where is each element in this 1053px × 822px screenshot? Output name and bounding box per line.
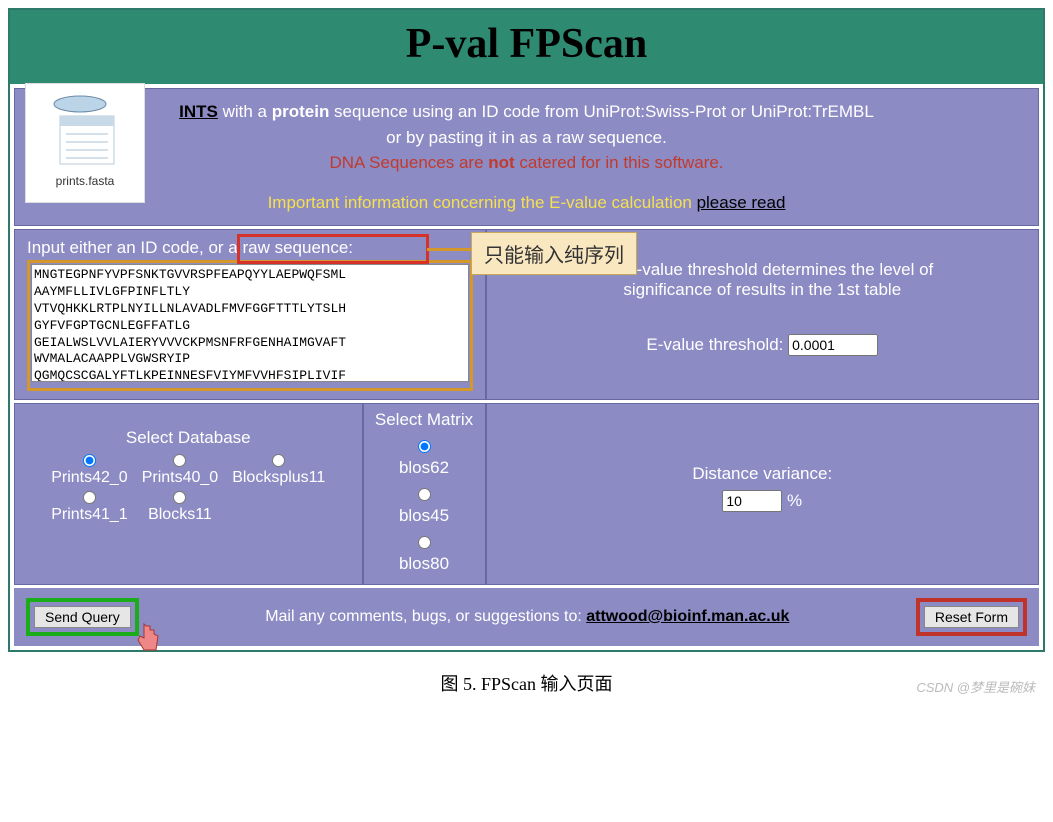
app-frame: P-val FPScan prints.fasta INTS with a pr… xyxy=(8,8,1045,652)
footer-mail: Mail any comments, bugs, or suggestions … xyxy=(139,608,916,626)
header-bar: P-val FPScan xyxy=(10,10,1043,84)
footer-bar: Send Query Mail any comments, bugs, or s… xyxy=(14,585,1039,646)
notepad-filename: prints.fasta xyxy=(30,172,140,190)
matrix-label-0: blos62 xyxy=(370,458,479,478)
intro-line-1: INTS with a protein sequence using an ID… xyxy=(29,99,1024,125)
db-radio-prints40[interactable] xyxy=(173,454,186,467)
evalue-desc-2: significance of results in the 1st table xyxy=(499,280,1027,300)
dna-warning: DNA Sequences are not catered for in thi… xyxy=(29,150,1024,176)
evalue-label: E-value threshold: xyxy=(646,335,783,354)
db-label-0: Prints42_0 xyxy=(51,469,128,487)
matrix-title: Select Matrix xyxy=(370,410,479,430)
distance-unit: % xyxy=(787,491,802,510)
page-title: P-val FPScan xyxy=(10,20,1043,68)
db-label-4: Blocks11 xyxy=(148,506,212,524)
matrix-cell: Select Matrix blos62 blos45 blos80 xyxy=(363,403,486,585)
intro-section: prints.fasta INTS with a protein sequenc… xyxy=(14,88,1039,226)
send-query-button[interactable]: Send Query xyxy=(34,606,131,628)
evalue-input[interactable] xyxy=(788,334,878,356)
matrix-label-2: blos80 xyxy=(370,554,479,574)
send-highlight-frame: Send Query xyxy=(26,598,139,636)
callout-label: 只能输入纯序列 xyxy=(471,232,637,275)
distance-cell: Distance variance: % xyxy=(486,403,1040,585)
database-options: Prints42_0 Prints40_0 Blocksplus11 Print… xyxy=(25,454,352,524)
main-panel: prints.fasta INTS with a protein sequenc… xyxy=(14,88,1039,646)
db-radio-blocksplus11[interactable] xyxy=(272,454,285,467)
input-row: Input either an ID code, or a raw sequen… xyxy=(14,226,1039,400)
sequence-input-cell: Input either an ID code, or a raw sequen… xyxy=(14,229,486,400)
cursor-hand-icon xyxy=(134,620,166,656)
matrix-radio-blos45[interactable] xyxy=(418,488,431,501)
matrix-radio-blos80[interactable] xyxy=(418,536,431,549)
db-label-3: Prints41_1 xyxy=(51,506,128,524)
options-row: Select Database Prints42_0 Prints40_0 Bl… xyxy=(14,400,1039,585)
db-label-2: Blocksplus11 xyxy=(232,469,325,487)
reset-highlight-frame: Reset Form xyxy=(916,598,1027,636)
db-radio-prints42[interactable] xyxy=(83,454,96,467)
please-read-link[interactable]: please read xyxy=(697,193,786,212)
distance-label: Distance variance: xyxy=(499,464,1027,484)
db-radio-blocks11[interactable] xyxy=(173,491,186,504)
database-title: Select Database xyxy=(25,428,352,448)
database-cell: Select Database Prints42_0 Prints40_0 Bl… xyxy=(14,403,363,585)
input-prompt: Input either an ID code, or a raw sequen… xyxy=(27,238,473,258)
distance-input[interactable] xyxy=(722,490,782,512)
matrix-label-1: blos45 xyxy=(370,506,479,526)
evalue-field: E-value threshold: xyxy=(499,334,1027,356)
matrix-radio-blos62[interactable] xyxy=(418,440,431,453)
reset-form-button[interactable]: Reset Form xyxy=(924,606,1019,628)
db-radio-prints41[interactable] xyxy=(83,491,96,504)
watermark-text: CSDN @梦里是碗妹 xyxy=(916,677,1035,696)
notepad-icon xyxy=(40,90,130,170)
callout-connector xyxy=(427,248,471,251)
figure-caption: 图 5. FPScan 输入页面 xyxy=(0,670,1053,696)
evalue-info-line: Important information concerning the E-v… xyxy=(29,190,1024,216)
intro-line-2: or by pasting it in as a raw sequence. xyxy=(29,125,1024,151)
mail-link[interactable]: attwood@bioinf.man.ac.uk xyxy=(586,608,789,625)
sequence-textarea[interactable] xyxy=(31,264,469,382)
prints-link[interactable]: INTS xyxy=(179,102,218,121)
db-label-1: Prints40_0 xyxy=(142,469,219,487)
notepad-file-overlay: prints.fasta xyxy=(25,83,145,203)
textarea-highlight-frame xyxy=(27,260,473,391)
